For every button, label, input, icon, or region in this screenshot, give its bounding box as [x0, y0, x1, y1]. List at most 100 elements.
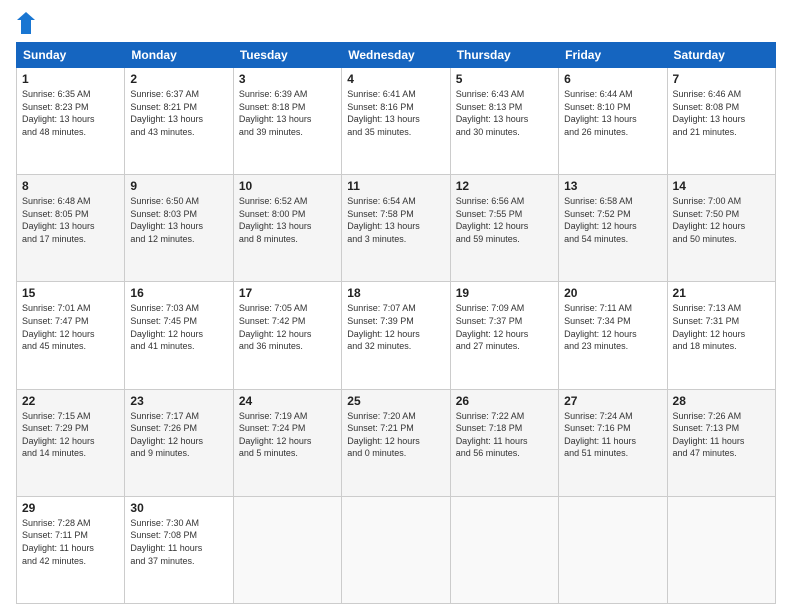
day-number: 10 [239, 179, 336, 193]
calendar-cell: 7 Sunrise: 6:46 AM Sunset: 8:08 PM Daylig… [667, 68, 775, 175]
calendar-cell: 30 Sunrise: 7:30 AM Sunset: 7:08 PM Dayli… [125, 496, 233, 603]
day-number: 1 [22, 72, 119, 86]
day-info: Sunrise: 7:00 AM Sunset: 7:50 PM Dayligh… [673, 195, 770, 245]
calendar-cell: 28 Sunrise: 7:26 AM Sunset: 7:13 PM Dayli… [667, 389, 775, 496]
day-info: Sunrise: 7:17 AM Sunset: 7:26 PM Dayligh… [130, 410, 227, 460]
calendar-body: 1 Sunrise: 6:35 AM Sunset: 8:23 PM Daylig… [17, 68, 776, 604]
day-info: Sunrise: 6:56 AM Sunset: 7:55 PM Dayligh… [456, 195, 553, 245]
day-number: 16 [130, 286, 227, 300]
calendar-header: SundayMondayTuesdayWednesdayThursdayFrid… [17, 43, 776, 68]
day-info: Sunrise: 6:58 AM Sunset: 7:52 PM Dayligh… [564, 195, 661, 245]
calendar-cell: 16 Sunrise: 7:03 AM Sunset: 7:45 PM Dayli… [125, 282, 233, 389]
calendar-cell: 11 Sunrise: 6:54 AM Sunset: 7:58 PM Dayli… [342, 175, 450, 282]
day-number: 7 [673, 72, 770, 86]
day-info: Sunrise: 7:01 AM Sunset: 7:47 PM Dayligh… [22, 302, 119, 352]
day-info: Sunrise: 7:05 AM Sunset: 7:42 PM Dayligh… [239, 302, 336, 352]
day-info: Sunrise: 7:03 AM Sunset: 7:45 PM Dayligh… [130, 302, 227, 352]
page: SundayMondayTuesdayWednesdayThursdayFrid… [0, 0, 792, 612]
calendar-cell: 29 Sunrise: 7:28 AM Sunset: 7:11 PM Dayli… [17, 496, 125, 603]
day-info: Sunrise: 6:37 AM Sunset: 8:21 PM Dayligh… [130, 88, 227, 138]
day-info: Sunrise: 6:35 AM Sunset: 8:23 PM Dayligh… [22, 88, 119, 138]
calendar-cell: 3 Sunrise: 6:39 AM Sunset: 8:18 PM Daylig… [233, 68, 341, 175]
calendar-week-4: 22 Sunrise: 7:15 AM Sunset: 7:29 PM Dayli… [17, 389, 776, 496]
day-info: Sunrise: 6:48 AM Sunset: 8:05 PM Dayligh… [22, 195, 119, 245]
calendar-cell [450, 496, 558, 603]
calendar-cell: 10 Sunrise: 6:52 AM Sunset: 8:00 PM Dayli… [233, 175, 341, 282]
header-cell-friday: Friday [559, 43, 667, 68]
calendar-cell: 13 Sunrise: 6:58 AM Sunset: 7:52 PM Dayli… [559, 175, 667, 282]
day-number: 6 [564, 72, 661, 86]
calendar-table: SundayMondayTuesdayWednesdayThursdayFrid… [16, 42, 776, 604]
calendar-cell: 12 Sunrise: 6:56 AM Sunset: 7:55 PM Dayli… [450, 175, 558, 282]
day-info: Sunrise: 6:54 AM Sunset: 7:58 PM Dayligh… [347, 195, 444, 245]
day-info: Sunrise: 7:11 AM Sunset: 7:34 PM Dayligh… [564, 302, 661, 352]
day-info: Sunrise: 7:15 AM Sunset: 7:29 PM Dayligh… [22, 410, 119, 460]
calendar-cell [233, 496, 341, 603]
calendar-cell [342, 496, 450, 603]
day-number: 29 [22, 501, 119, 515]
header-cell-monday: Monday [125, 43, 233, 68]
day-number: 11 [347, 179, 444, 193]
calendar-cell: 8 Sunrise: 6:48 AM Sunset: 8:05 PM Daylig… [17, 175, 125, 282]
day-number: 3 [239, 72, 336, 86]
day-number: 28 [673, 394, 770, 408]
calendar-cell: 24Sunrise: 7:19 AM Sunset: 7:24 PM Dayli… [233, 389, 341, 496]
day-number: 19 [456, 286, 553, 300]
header-row: SundayMondayTuesdayWednesdayThursdayFrid… [17, 43, 776, 68]
day-info: Sunrise: 7:22 AM Sunset: 7:18 PM Dayligh… [456, 410, 553, 460]
day-info: Sunrise: 7:13 AM Sunset: 7:31 PM Dayligh… [673, 302, 770, 352]
day-number: 12 [456, 179, 553, 193]
day-info: Sunrise: 7:28 AM Sunset: 7:11 PM Dayligh… [22, 517, 119, 567]
calendar-week-5: 29 Sunrise: 7:28 AM Sunset: 7:11 PM Dayli… [17, 496, 776, 603]
day-number: 20 [564, 286, 661, 300]
calendar-cell: 17 Sunrise: 7:05 AM Sunset: 7:42 PM Dayli… [233, 282, 341, 389]
day-info: Sunrise: 6:43 AM Sunset: 8:13 PM Dayligh… [456, 88, 553, 138]
day-number: 2 [130, 72, 227, 86]
day-number: 18 [347, 286, 444, 300]
header-cell-tuesday: Tuesday [233, 43, 341, 68]
header [16, 12, 776, 34]
day-info: Sunrise: 7:20 AM Sunset: 7:21 PM Dayligh… [347, 410, 444, 460]
day-info: Sunrise: 6:44 AM Sunset: 8:10 PM Dayligh… [564, 88, 661, 138]
calendar-cell: 15 Sunrise: 7:01 AM Sunset: 7:47 PM Dayli… [17, 282, 125, 389]
day-info: Sunrise: 6:46 AM Sunset: 8:08 PM Dayligh… [673, 88, 770, 138]
day-number: 13 [564, 179, 661, 193]
day-info: Sunrise: 7:24 AM Sunset: 7:16 PM Dayligh… [564, 410, 661, 460]
header-cell-sunday: Sunday [17, 43, 125, 68]
day-info: Sunrise: 7:09 AM Sunset: 7:37 PM Dayligh… [456, 302, 553, 352]
calendar-cell: 9Sunrise: 6:50 AM Sunset: 8:03 PM Daylig… [125, 175, 233, 282]
day-number: 14 [673, 179, 770, 193]
header-cell-saturday: Saturday [667, 43, 775, 68]
calendar-cell: 26Sunrise: 7:22 AM Sunset: 7:18 PM Dayli… [450, 389, 558, 496]
header-cell-thursday: Thursday [450, 43, 558, 68]
calendar-cell: 19 Sunrise: 7:09 AM Sunset: 7:37 PM Dayli… [450, 282, 558, 389]
day-number: 25 [347, 394, 444, 408]
calendar-cell: 18Sunrise: 7:07 AM Sunset: 7:39 PM Dayli… [342, 282, 450, 389]
calendar-cell: 25 Sunrise: 7:20 AM Sunset: 7:21 PM Dayli… [342, 389, 450, 496]
day-number: 15 [22, 286, 119, 300]
day-number: 21 [673, 286, 770, 300]
calendar-cell: 22 Sunrise: 7:15 AM Sunset: 7:29 PM Dayli… [17, 389, 125, 496]
calendar-cell [667, 496, 775, 603]
day-number: 17 [239, 286, 336, 300]
calendar-cell [559, 496, 667, 603]
logo-icon [17, 12, 35, 34]
day-info: Sunrise: 7:30 AM Sunset: 7:08 PM Dayligh… [130, 517, 227, 567]
day-info: Sunrise: 6:52 AM Sunset: 8:00 PM Dayligh… [239, 195, 336, 245]
calendar-cell: 21 Sunrise: 7:13 AM Sunset: 7:31 PM Dayli… [667, 282, 775, 389]
day-info: Sunrise: 7:26 AM Sunset: 7:13 PM Dayligh… [673, 410, 770, 460]
day-number: 22 [22, 394, 119, 408]
calendar-cell: 27 Sunrise: 7:24 AM Sunset: 7:16 PM Dayli… [559, 389, 667, 496]
day-number: 30 [130, 501, 227, 515]
calendar-cell: 5 Sunrise: 6:43 AM Sunset: 8:13 PM Daylig… [450, 68, 558, 175]
day-number: 27 [564, 394, 661, 408]
calendar-week-1: 1 Sunrise: 6:35 AM Sunset: 8:23 PM Daylig… [17, 68, 776, 175]
day-number: 23 [130, 394, 227, 408]
day-info: Sunrise: 6:41 AM Sunset: 8:16 PM Dayligh… [347, 88, 444, 138]
day-number: 8 [22, 179, 119, 193]
calendar-week-3: 15 Sunrise: 7:01 AM Sunset: 7:47 PM Dayli… [17, 282, 776, 389]
day-number: 5 [456, 72, 553, 86]
day-info: Sunrise: 6:39 AM Sunset: 8:18 PM Dayligh… [239, 88, 336, 138]
calendar-cell: 20 Sunrise: 7:11 AM Sunset: 7:34 PM Dayli… [559, 282, 667, 389]
calendar-week-2: 8 Sunrise: 6:48 AM Sunset: 8:05 PM Daylig… [17, 175, 776, 282]
